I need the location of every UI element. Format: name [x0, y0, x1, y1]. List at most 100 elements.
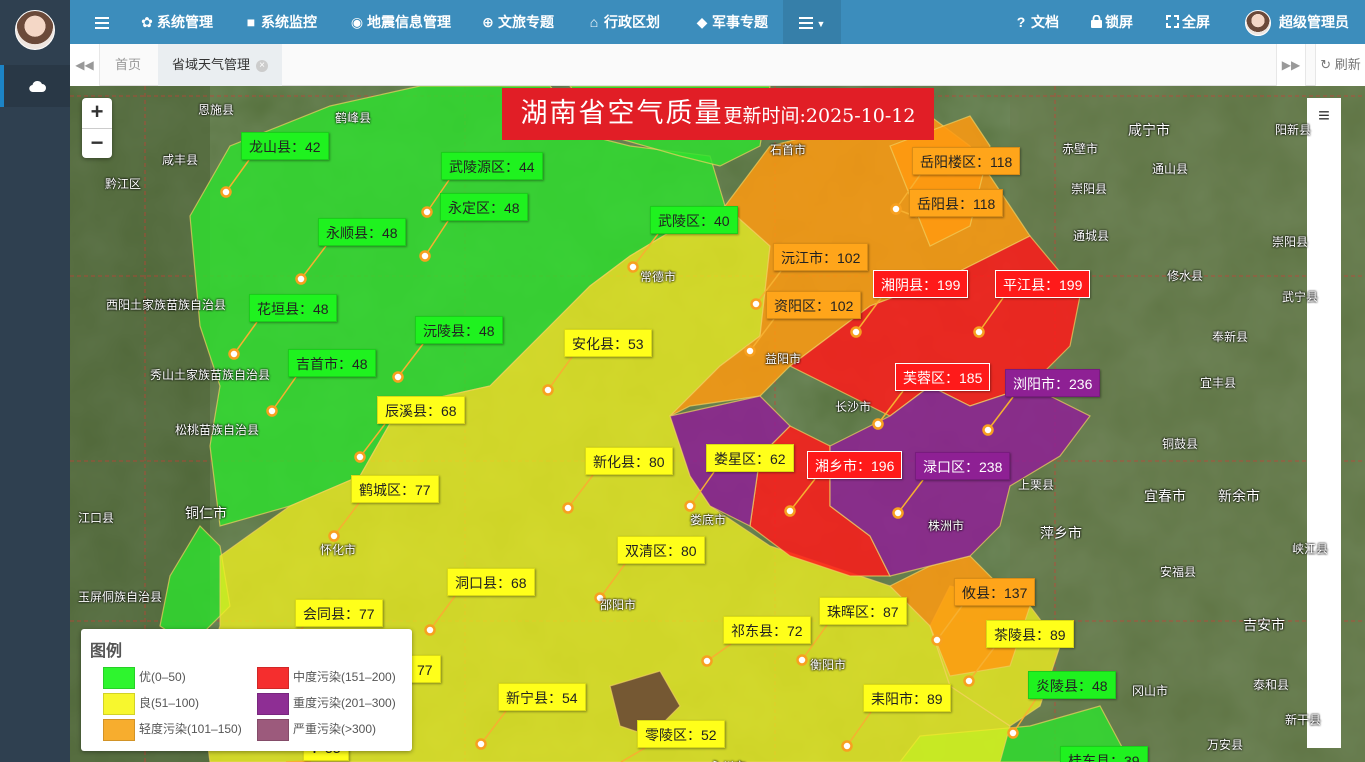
aqi-label[interactable]: 龙山县：42 [241, 132, 329, 160]
aqi-label[interactable]: 辰溪县：68 [377, 396, 465, 424]
close-icon[interactable]: × [256, 59, 269, 72]
location-dot[interactable] [973, 326, 985, 338]
refresh-icon: ↻ [1320, 57, 1332, 72]
location-dot[interactable] [475, 738, 487, 750]
aqi-label[interactable]: 祁东县：72 [723, 616, 811, 644]
avatar[interactable] [15, 10, 55, 50]
location-dot[interactable] [266, 405, 278, 417]
location-dot[interactable] [982, 424, 994, 436]
aqi-label[interactable]: 永顺县：48 [318, 218, 406, 246]
aqi-label[interactable]: 零陵区：52 [637, 720, 725, 748]
location-dot[interactable] [890, 203, 902, 215]
aqi-label[interactable]: 珠晖区：87 [819, 597, 907, 625]
aqi-label[interactable]: 沅陵县：48 [415, 316, 503, 344]
location-dot[interactable] [963, 675, 975, 687]
aqi-label[interactable]: 沅江市：102 [773, 243, 869, 271]
aqi-label[interactable]: 芙蓉区：185 [895, 363, 991, 391]
tab-weather[interactable]: 省域天气管理 × [158, 44, 283, 86]
sidebar-item-weather[interactable] [0, 65, 70, 107]
aqi-label[interactable]: 新宁县：54 [498, 683, 586, 711]
nav-item-monitor[interactable]: ■ 系统监控 [244, 0, 317, 44]
zoom-out-button[interactable]: − [82, 128, 112, 158]
location-dot[interactable] [872, 418, 884, 430]
zoom-in-button[interactable]: + [82, 98, 112, 128]
location-dot[interactable] [796, 654, 808, 666]
nav-item-division[interactable]: ⌂ 行政区划 [587, 0, 660, 44]
update-date: 2025-10-12 [805, 105, 916, 127]
aqi-label[interactable]: 永定区：48 [440, 193, 528, 221]
location-dot[interactable] [562, 502, 574, 514]
aqi-label[interactable]: 双清区：80 [617, 536, 705, 564]
location-dot[interactable] [220, 186, 232, 198]
location-dot[interactable] [784, 505, 796, 517]
tabs-scroll-right-button[interactable]: ▶▶ [1276, 44, 1306, 86]
location-dot[interactable] [392, 371, 404, 383]
aqi-label[interactable]: 鹤城区：77 [351, 475, 439, 503]
nav-label: 军事专题 [712, 14, 768, 30]
aqi-label[interactable]: 渌口区：238 [915, 452, 1011, 480]
location-dot[interactable] [1007, 727, 1019, 739]
nav-item-earthquake[interactable]: ◉ 地震信息管理 [350, 0, 451, 44]
menu-toggle-button[interactable] [95, 0, 109, 44]
aqi-label[interactable]: 会同县：77 [295, 599, 383, 627]
nav-item-military[interactable]: ◆ 军事专题 [695, 0, 768, 44]
location-dot[interactable] [627, 261, 639, 273]
aqi-label[interactable]: 安化县：53 [564, 329, 652, 357]
nav-more-dropdown[interactable]: ▼ [783, 0, 841, 44]
aqi-label[interactable]: 耒阳市：89 [863, 684, 951, 712]
city-name: 新余市 [1218, 488, 1260, 504]
air-quality-map[interactable]: + − 湖南省空气质量更新时间:2025-10-12 ≡ 恩施县 鹤峰县 咸丰县 黔江… [70, 86, 1365, 762]
location-dot[interactable] [421, 206, 433, 218]
nav-item-system[interactable]: ✿ 系统管理 [140, 0, 213, 44]
location-dot[interactable] [295, 273, 307, 285]
aqi-label[interactable]: 花垣县：48 [249, 294, 337, 322]
location-dot[interactable] [419, 250, 431, 262]
location-dot[interactable] [850, 326, 862, 338]
location-dot[interactable] [744, 345, 756, 357]
nav-item-tourism[interactable]: ⊕ 文旅专题 [481, 0, 554, 44]
aqi-label[interactable]: 茶陵县：89 [986, 620, 1074, 648]
tabs-scroll-left-button[interactable]: ◀◀ [70, 44, 100, 86]
location-dot[interactable] [354, 451, 366, 463]
aqi-label[interactable]: 浏阳市：236 [1005, 369, 1101, 397]
aqi-label[interactable]: 平江县：199 [995, 270, 1091, 298]
aqi-label[interactable]: 武陵区：40 [650, 206, 738, 234]
map-menu-panel[interactable]: ≡ [1307, 98, 1341, 748]
location-dot[interactable] [542, 384, 554, 396]
bars-icon[interactable]: ≡ [1318, 105, 1330, 127]
aqi-label[interactable]: 资阳区：102 [766, 291, 862, 319]
aqi-label[interactable]: 吉首市：48 [288, 349, 376, 377]
aqi-label[interactable]: 湘乡市：196 [807, 451, 903, 479]
location-dot[interactable] [328, 530, 340, 542]
location-dot[interactable] [424, 624, 436, 636]
docs-link[interactable]: ? 文档 [1014, 0, 1059, 44]
aqi-label[interactable]: 攸县：137 [954, 578, 1036, 606]
user-menu[interactable]: 超级管理员 [1245, 0, 1349, 44]
aqi-label[interactable]: 湘阴县：199 [873, 270, 969, 298]
lock-screen-button[interactable]: 锁屏 [1091, 0, 1133, 44]
location-dot[interactable] [228, 348, 240, 360]
city-name: 宜丰县 [1200, 376, 1237, 390]
aqi-label[interactable]: 桂东县：39 [1060, 746, 1148, 762]
location-dot[interactable] [701, 655, 713, 667]
aqi-label[interactable]: 洞口县：68 [447, 568, 535, 596]
city-name: 娄底市 [690, 513, 727, 527]
city-name: 铜鼓县 [1162, 437, 1199, 451]
aqi-label[interactable]: 武陵源区：44 [441, 152, 543, 180]
aqi-label[interactable]: 炎陵县：48 [1028, 671, 1116, 699]
location-dot[interactable] [931, 634, 943, 646]
tab-home[interactable]: 首页 [101, 44, 155, 86]
user-name: 超级管理员 [1279, 14, 1349, 30]
aqi-label[interactable]: 新化县：80 [585, 447, 673, 475]
city-name: 邵阳市 [600, 598, 637, 612]
aqi-label[interactable]: 岳阳楼区：118 [912, 147, 1021, 175]
location-dot[interactable] [684, 500, 696, 512]
location-dot[interactable] [892, 507, 904, 519]
aqi-label[interactable]: 岳阳县：118 [909, 189, 1004, 217]
fullscreen-button[interactable]: 全屏 [1166, 0, 1210, 44]
aqi-label[interactable]: 娄星区：62 [706, 444, 794, 472]
refresh-button[interactable]: ↻ 刷新 [1315, 44, 1365, 86]
city-name: 崇阳县 [1071, 182, 1108, 196]
location-dot[interactable] [750, 298, 762, 310]
location-dot[interactable] [841, 740, 853, 752]
